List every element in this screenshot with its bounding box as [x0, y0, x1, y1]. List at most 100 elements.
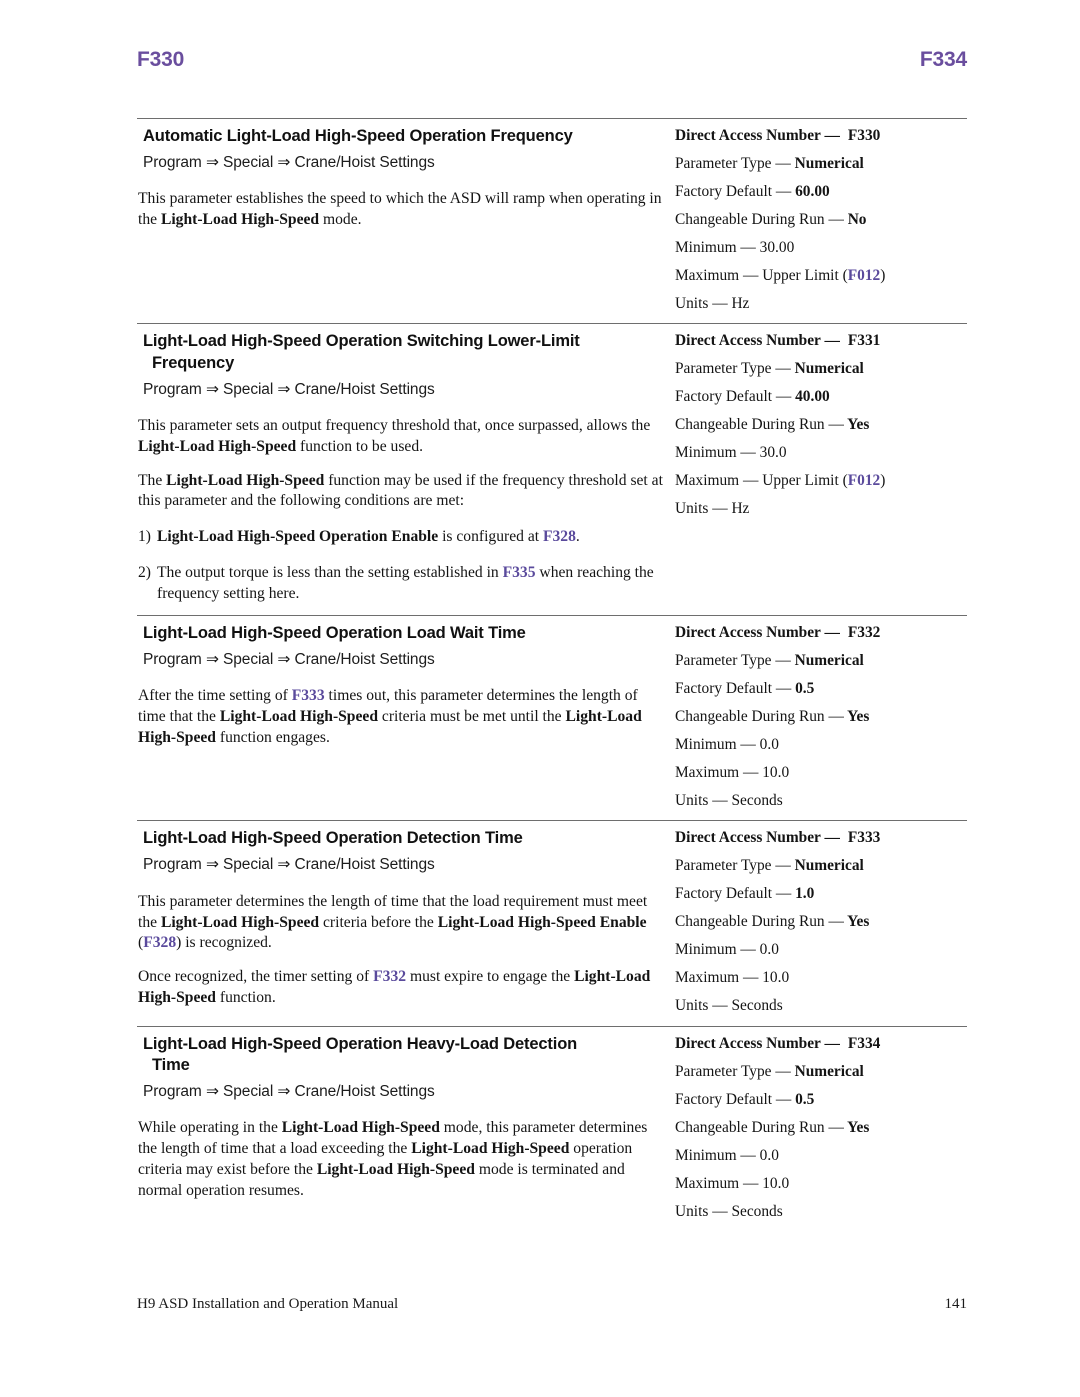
spec-label: Maximum —	[675, 763, 759, 781]
spec-row-maximum: Maximum — 10.0	[675, 1175, 967, 1193]
parameter-reference[interactable]: F328	[543, 528, 576, 545]
parameter-spec-cell: Direct Access Number — F330 Parameter Type…	[667, 119, 967, 323]
spec-label: Units —	[675, 791, 728, 809]
spec-row-direct-access-number: Direct Access Number — F330	[675, 127, 967, 145]
spec-label: Parameter Type —	[675, 360, 791, 378]
parameter-reference[interactable]: F335	[503, 564, 536, 581]
parameter-spec-cell: Direct Access Number — F331 Parameter Type…	[667, 324, 967, 528]
parameter-reference[interactable]: F012	[848, 472, 881, 489]
spec-value: F332	[847, 623, 881, 641]
parameter-reference[interactable]: F328	[143, 934, 176, 951]
spec-value: Seconds	[727, 997, 783, 1015]
spec-label: Changeable During Run —	[675, 707, 844, 725]
spec-label: Units —	[675, 997, 728, 1015]
spec-label: Direct Access Number —	[675, 332, 840, 350]
spec-label: Changeable During Run —	[675, 913, 844, 931]
spec-label: Factory Default —	[675, 388, 792, 406]
specification-list: Direct Access Number — F332 Parameter Type…	[675, 624, 967, 810]
spec-row-minimum: Minimum — 0.0	[675, 1147, 967, 1165]
parameter-section: Light-Load High-Speed Operation Switchin…	[137, 323, 967, 615]
spec-value: Numerical	[790, 154, 864, 172]
condition-list-item: 1) Light-Load High-Speed Operation Enable…	[138, 527, 667, 548]
spec-label: Maximum —	[675, 969, 759, 987]
spec-label: Factory Default —	[675, 679, 792, 697]
condition-list-item: 2) The output torque is less than the set…	[138, 563, 667, 605]
spec-row-minimum: Minimum — 30.00	[675, 239, 967, 257]
spec-row-factory-default: Factory Default — 0.5	[675, 1091, 967, 1109]
spec-row-changeable-during-run: Changeable During Run — Yes	[675, 913, 967, 931]
spec-value: Yes	[843, 913, 870, 931]
parameter-paragraph: Once recognized, the timer setting of F3…	[138, 968, 651, 1007]
specification-list: Direct Access Number — F330 Parameter Type…	[675, 127, 967, 313]
parameter-description-cell: Light-Load High-Speed Operation Load Wai…	[137, 616, 667, 759]
spec-row-factory-default: Factory Default — 1.0	[675, 885, 967, 903]
condition-text: Light-Load High-Speed Operation Enable i…	[157, 528, 580, 546]
list-marker: 1)	[138, 528, 151, 546]
spec-value: Numerical	[790, 360, 864, 378]
parameter-spec-cell: Direct Access Number — F332 Parameter Type…	[667, 616, 967, 820]
spec-row-changeable-during-run: Changeable During Run — No	[675, 211, 967, 229]
spec-value: 30.0	[755, 444, 787, 462]
spec-value: Yes	[843, 707, 870, 725]
spec-value: 0.5	[791, 1090, 815, 1108]
spec-row-direct-access-number: Direct Access Number — F331	[675, 332, 967, 350]
spec-value: 0.0	[755, 941, 779, 959]
spec-value: Hz	[727, 294, 750, 312]
spec-row-parameter-type: Parameter Type — Numerical	[675, 652, 967, 670]
spec-value: F331	[847, 332, 881, 350]
parameter-description-cell: Light-Load High-Speed Operation Heavy-Lo…	[137, 1027, 667, 1212]
spec-row-maximum: Maximum — 10.0	[675, 969, 967, 987]
spec-row-factory-default: Factory Default — 0.5	[675, 680, 967, 698]
parameter-description-cell: Light-Load High-Speed Operation Switchin…	[137, 324, 667, 615]
spec-value: 30.00	[755, 238, 795, 256]
parameter-title: Automatic Light-Load High-Speed Operatio…	[143, 127, 573, 145]
spec-row-units: Units — Seconds	[675, 1203, 967, 1221]
spec-label: Changeable During Run —	[675, 1118, 844, 1136]
spec-row-direct-access-number: Direct Access Number — F334	[675, 1035, 967, 1053]
spec-label: Minimum —	[675, 735, 756, 753]
list-marker: 2)	[138, 564, 151, 582]
running-head: F330 F334	[137, 48, 967, 72]
spec-value: 10.0	[758, 969, 790, 987]
spec-label: Units —	[675, 294, 728, 312]
spec-value: Numerical	[790, 651, 864, 669]
spec-row-units: Units — Seconds	[675, 792, 967, 810]
parameter-section: Light-Load High-Speed Operation Load Wai…	[137, 614, 967, 820]
spec-value: 1.0	[791, 885, 815, 903]
condition-text: The output torque is less than the setti…	[157, 564, 654, 603]
spec-label: Minimum —	[675, 444, 756, 462]
spec-label: Changeable During Run —	[675, 416, 844, 434]
spec-label: Factory Default —	[675, 182, 792, 200]
spec-value: 10.0	[758, 1174, 790, 1192]
spec-label: Parameter Type —	[675, 154, 791, 172]
spec-label: Minimum —	[675, 238, 756, 256]
spec-label: Parameter Type —	[675, 651, 791, 669]
spec-value: Numerical	[790, 1062, 864, 1080]
spec-value: 0.0	[755, 1146, 779, 1164]
spec-row-parameter-type: Parameter Type — Numerical	[675, 155, 967, 173]
parameter-title: Light-Load High-Speed Operation Detectio…	[143, 829, 523, 848]
parameter-reference[interactable]: F333	[292, 687, 325, 704]
parameter-paragraph: This parameter determines the length of …	[138, 892, 648, 952]
spec-row-factory-default: Factory Default — 40.00	[675, 388, 967, 406]
parameter-reference[interactable]: F012	[848, 267, 881, 284]
spec-label: Factory Default —	[675, 885, 792, 903]
spec-label: Changeable During Run —	[675, 210, 844, 228]
specification-list: Direct Access Number — F333 Parameter Type…	[675, 829, 967, 1015]
parameter-table: Automatic Light-Load High-Speed Operatio…	[137, 118, 967, 1231]
specification-list: Direct Access Number — F334 Parameter Type…	[675, 1035, 967, 1221]
parameter-paragraph: This parameter establishes the speed to …	[138, 190, 662, 229]
spec-value: Upper Limit (F012)	[758, 472, 886, 490]
spec-value: F330	[847, 127, 881, 144]
spec-row-minimum: Minimum — 30.0	[675, 444, 967, 462]
spec-value: 60.00	[791, 182, 830, 200]
spec-row-factory-default: Factory Default — 60.00	[675, 183, 967, 201]
parameter-section: Automatic Light-Load High-Speed Operatio…	[137, 118, 967, 323]
spec-value: 0.0	[755, 735, 779, 753]
spec-row-minimum: Minimum — 0.0	[675, 736, 967, 754]
menu-path: Program ⇒ Special ⇒ Crane/Hoist Settings	[143, 380, 435, 398]
spec-label: Maximum —	[675, 472, 759, 490]
spec-row-maximum: Maximum — Upper Limit (F012)	[675, 472, 967, 490]
parameter-reference[interactable]: F332	[373, 968, 406, 985]
spec-row-direct-access-number: Direct Access Number — F333	[675, 829, 967, 847]
